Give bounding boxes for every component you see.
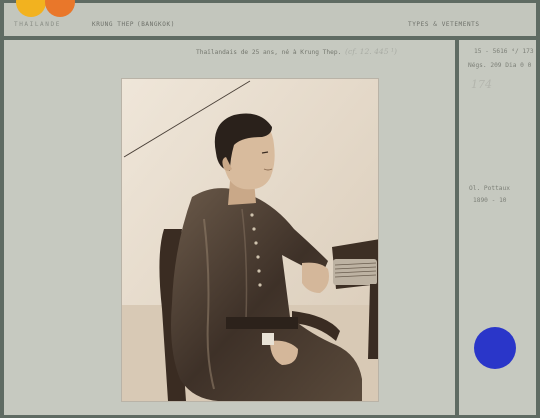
side-author: Ol. Pottaux [469, 185, 510, 192]
orange-marker-dot [45, 0, 75, 17]
header-band: THAILANDE KRUNG THEP (BANGKOK) TYPES & V… [4, 0, 536, 36]
portrait-photo [122, 79, 378, 401]
caption-typed: Thaïlandais de 25 ans, né à Krung Thep. [196, 49, 342, 56]
header-region: (BANGKOK) [137, 21, 175, 28]
caption-handwritten: (cf. 12. 445 ¹) [345, 47, 398, 56]
yellow-marker-dot [16, 0, 46, 17]
vertical-divider [455, 36, 459, 416]
header-city: KRUNG THEP [92, 21, 135, 28]
side-date: 1890 - 10 [473, 197, 507, 204]
blue-marker-dot [474, 327, 516, 369]
photo-caption: Thaïlandais de 25 ans, né à Krung Thep. … [196, 47, 397, 56]
archive-card: THAILANDE KRUNG THEP (BANGKOK) TYPES & V… [4, 0, 536, 416]
side-negative-number: Négs. 209 Dia 0 0 [468, 62, 532, 69]
header-category: TYPES & VETEMENTS [408, 21, 480, 28]
portrait-illustration [122, 79, 378, 401]
side-cote: 15 - 5616 ⁴/ 173 [474, 48, 534, 55]
header-country: THAILANDE [14, 21, 61, 28]
side-handwritten-number: 174 [471, 78, 492, 91]
